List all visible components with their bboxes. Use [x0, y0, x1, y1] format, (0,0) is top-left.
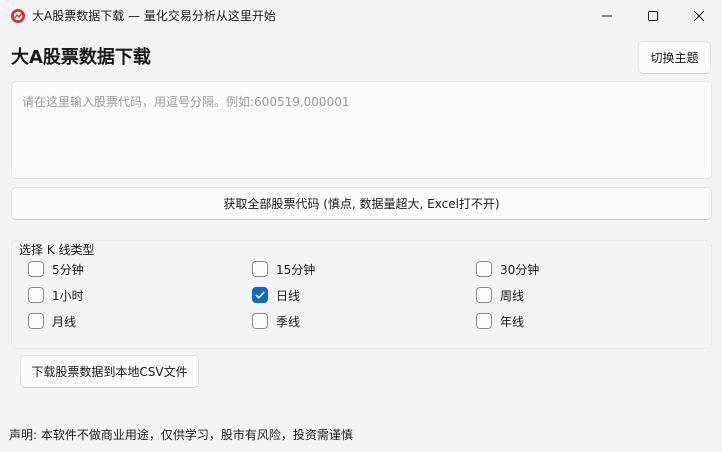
kline-type-group [11, 240, 712, 349]
toggle-theme-button[interactable]: 切换主题 [638, 41, 711, 74]
checkbox-label: 年线 [500, 314, 525, 329]
minimize-icon [602, 15, 612, 17]
checkbox-label: 1小时 [52, 288, 84, 303]
minimize-button[interactable] [584, 0, 630, 32]
checkbox-5min[interactable]: 5分钟 [28, 260, 84, 278]
checkbox-1hour[interactable]: 1小时 [28, 286, 84, 304]
checkbox-label: 季线 [276, 314, 301, 329]
fetch-all-codes-button[interactable]: 获取全部股票代码 (慎点, 数据量超大, Excel打不开) [11, 187, 712, 220]
checkmark-icon [255, 291, 265, 299]
checkbox-box[interactable] [476, 313, 492, 329]
checkbox-box[interactable] [252, 313, 268, 329]
checkbox-box[interactable] [476, 287, 492, 303]
checkbox-label: 30分钟 [500, 262, 540, 277]
checkbox-label: 日线 [276, 288, 301, 303]
checkbox-monthly[interactable]: 月线 [28, 312, 76, 330]
checkbox-box[interactable] [476, 261, 492, 277]
checkbox-yearly[interactable]: 年线 [476, 312, 524, 330]
close-button[interactable] [676, 0, 722, 32]
title-bar: 大A股票数据下载 — 量化交易分析从这里开始 [0, 0, 722, 32]
checkbox-label: 月线 [52, 314, 77, 329]
app-logo-icon [10, 8, 26, 24]
checkbox-box[interactable] [252, 287, 268, 303]
checkbox-30min[interactable]: 30分钟 [476, 260, 539, 278]
kline-group-label: 选择 K 线类型 [19, 243, 95, 257]
checkbox-weekly[interactable]: 周线 [476, 286, 524, 304]
window-title: 大A股票数据下载 — 量化交易分析从这里开始 [32, 9, 276, 23]
checkbox-box[interactable] [28, 287, 44, 303]
checkbox-15min[interactable]: 15分钟 [252, 260, 315, 278]
page-title: 大A股票数据下载 [11, 47, 151, 68]
download-csv-button[interactable]: 下载股票数据到本地CSV文件 [20, 355, 199, 388]
stock-code-input[interactable] [11, 81, 712, 179]
close-icon [694, 11, 704, 21]
checkbox-label: 周线 [500, 288, 525, 303]
checkbox-box[interactable] [28, 261, 44, 277]
checkbox-daily[interactable]: 日线 [252, 286, 300, 304]
checkbox-quarterly[interactable]: 季线 [252, 312, 300, 330]
maximize-button[interactable] [630, 0, 676, 32]
checkbox-label: 5分钟 [52, 262, 84, 277]
checkbox-box[interactable] [28, 313, 44, 329]
disclaimer-text: 声明: 本软件不做商业用途，仅供学习，股市有风险，投资需谨慎 [9, 428, 353, 442]
checkbox-label: 15分钟 [276, 262, 316, 277]
maximize-icon [648, 11, 658, 21]
checkbox-box[interactable] [252, 261, 268, 277]
